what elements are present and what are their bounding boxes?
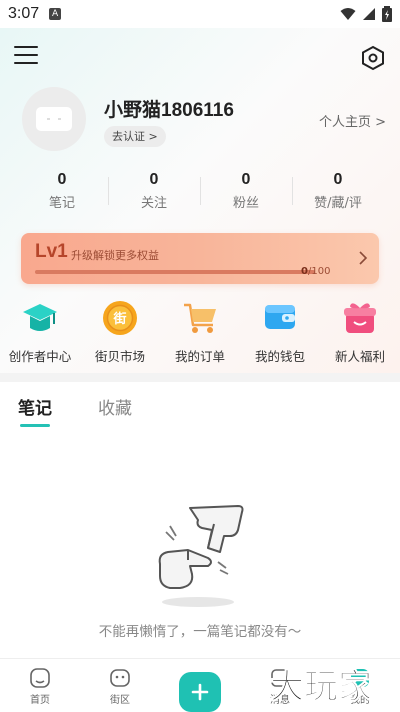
hamburger-icon [14,46,38,48]
chevron-right-icon [359,251,368,265]
status-time: 3:07 [8,5,40,22]
tool-label: 新人福利 [334,349,385,364]
stat-label: 笔记 [48,196,75,211]
tab-notes[interactable]: 笔记 [18,394,52,427]
plus-icon [191,683,209,701]
nav-community[interactable]: 街区 [80,659,160,712]
username: 小野猫1806116 [104,100,234,121]
level-progress-text: 0/100 [301,266,330,277]
publish-button[interactable] [179,672,221,712]
avatar[interactable] [22,87,86,151]
signal-icon [363,8,375,20]
verify-button[interactable]: 去认证 > [104,126,166,147]
stat-likes[interactable]: 0 赞/藏/评 [292,171,384,211]
level-progress-current: 0 [301,266,308,277]
tool-label: 创作者中心 [8,349,72,364]
nav-label: 首页 [30,695,50,706]
tool-my-orders[interactable]: 我的订单 [160,298,240,365]
stat-value: 0 [333,171,343,188]
cart-icon [184,303,216,333]
home-icon [30,668,50,688]
tools-row: 创作者中心 街 街贝市场 我的订单 我的钱包 新人福利 [0,298,400,365]
tool-newbie-gift[interactable]: 新人福利 [320,298,400,365]
section-divider [0,373,400,382]
level-progress-total: /100 [307,266,331,277]
stat-value: 0 [57,171,67,188]
menu-button[interactable] [14,46,38,66]
coin-icon: 街 [103,301,137,335]
tool-coin-market[interactable]: 街 街贝市场 [80,298,160,365]
community-icon [110,669,130,687]
tool-label: 街贝市场 [94,349,145,364]
wallet-icon [265,305,295,329]
homepage-link[interactable]: 个人主页 > [319,111,386,130]
watermark-logo: 大玩家 [270,667,373,708]
content-tabs: 笔记 收藏 [18,394,132,427]
empty-state-text: 不能再懒惰了，一篇笔记都没有～ [98,624,302,640]
tool-label: 我的钱包 [254,349,305,364]
coin-glyph: 街 [112,311,126,327]
stat-value: 0 [241,171,251,188]
level-card[interactable]: Lv1 升级解锁更多权益 0/100 [21,233,379,284]
tab-favorites[interactable]: 收藏 [98,394,132,419]
stat-label: 粉丝 [232,196,259,211]
empty-hands-illustration [158,505,244,607]
hamburger-line [14,54,38,56]
nav-label: 街区 [110,695,130,706]
graduation-cap-icon [23,304,57,331]
watermark-text: 大玩家 [270,667,372,707]
hamburger-line [14,62,38,64]
stat-label: 赞/藏/评 [314,196,362,211]
stat-followers[interactable]: 0 粉丝 [200,171,292,211]
wifi-icon [340,8,356,20]
status-bar: 3:07 A [0,0,400,28]
stat-notes[interactable]: 0 笔记 [16,171,108,211]
nav-publish[interactable] [160,659,240,712]
tool-label: 我的订单 [174,349,225,364]
stat-following[interactable]: 0 关注 [108,171,200,211]
default-avatar-icon [36,107,72,131]
stats-row: 0 笔记 0 关注 0 粉丝 0 赞/藏/评 [16,171,384,211]
notification-badge-icon: A [49,8,62,20]
battery-icon [382,6,392,22]
stat-label: 关注 [140,196,167,211]
stat-value: 0 [149,171,159,188]
level-tip: 升级解锁更多权益 [71,249,159,262]
level-progress-bar [35,270,315,274]
level-title: Lv1 [35,241,68,262]
settings-hexagon-icon[interactable] [360,45,386,71]
tool-my-wallet[interactable]: 我的钱包 [240,298,320,365]
gift-icon [344,303,376,333]
nav-home[interactable]: 首页 [0,659,80,712]
tool-creator-center[interactable]: 创作者中心 [0,298,80,365]
